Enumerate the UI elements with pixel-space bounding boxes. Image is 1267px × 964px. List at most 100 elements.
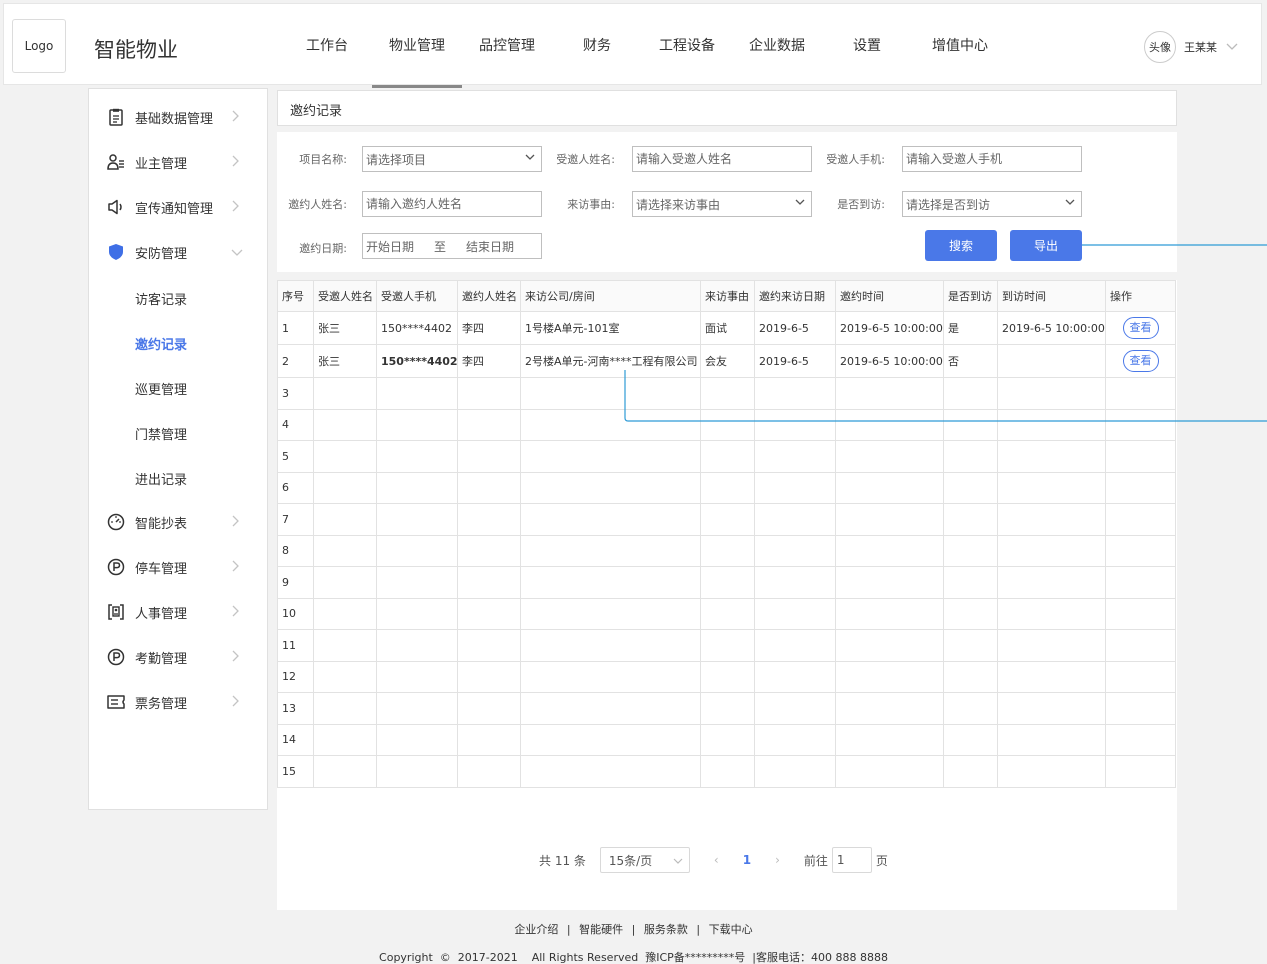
inviter-name-field[interactable] xyxy=(362,191,542,217)
date-start[interactable]: 开始日期 xyxy=(366,238,414,255)
nav-item-quality[interactable]: 品控管理 xyxy=(462,4,552,86)
col-header-no: 序号 xyxy=(277,280,314,312)
table-panel: 序号 受邀人姓名 受邀人手机 邀约人姓名 来访公司/房间 来访事由 邀约来访日期… xyxy=(277,280,1177,910)
cell-action: 查看 xyxy=(1105,311,1176,345)
cell-empty xyxy=(700,408,755,441)
cell-empty xyxy=(313,692,377,725)
invitee-phone-input[interactable] xyxy=(906,147,1081,171)
next-page-icon[interactable]: › xyxy=(775,853,780,867)
cell-empty xyxy=(997,471,1106,504)
cell-empty xyxy=(1105,534,1176,567)
view-button[interactable]: 查看 xyxy=(1122,350,1159,372)
cell-empty xyxy=(754,408,836,441)
project-select[interactable]: 请选择项目 xyxy=(362,146,542,172)
sidebar-item-basic-data[interactable]: 基础数据管理 xyxy=(89,102,267,132)
cell-empty xyxy=(997,377,1106,410)
cell-empty xyxy=(457,629,521,662)
cell-empty xyxy=(754,723,836,756)
cell-empty xyxy=(943,629,998,662)
cell-empty xyxy=(520,629,701,662)
nav-item-finance[interactable]: 财务 xyxy=(552,4,642,86)
cell-arrive-time: 2019-6-5 10:00:00 xyxy=(997,311,1106,345)
footer-link-hardware[interactable]: 智能硬件 xyxy=(579,923,623,936)
cell-no: 15 xyxy=(277,755,314,788)
export-button[interactable]: 导出 xyxy=(1010,230,1082,261)
sidebar-sub-visitor-records[interactable]: 访客记录 xyxy=(135,289,187,308)
page-title: 邀约记录 xyxy=(290,104,343,119)
cell-empty xyxy=(313,597,377,630)
cell-empty xyxy=(943,440,998,473)
view-button[interactable]: 查看 xyxy=(1122,317,1159,339)
cell-empty xyxy=(1105,755,1176,788)
cell-empty xyxy=(943,597,998,630)
cell-empty xyxy=(754,755,836,788)
user-menu[interactable]: 头像 王某某 xyxy=(1144,31,1239,63)
page-size-select[interactable]: 15条/页 xyxy=(599,847,690,873)
avatar[interactable]: 头像 xyxy=(1144,31,1176,63)
cell-empty xyxy=(754,534,836,567)
cell-inviter: 李四 xyxy=(457,344,521,378)
page-size-value: 15条/页 xyxy=(608,853,653,868)
cell-empty xyxy=(457,723,521,756)
sidebar-sub-access-control[interactable]: 门禁管理 xyxy=(135,424,187,443)
cell-empty xyxy=(835,629,944,662)
sidebar-item-security[interactable]: 安防管理 xyxy=(89,237,267,267)
footer-link-about[interactable]: 企业介绍 xyxy=(514,923,558,936)
nav-item-workbench[interactable]: 工作台 xyxy=(284,4,370,86)
filter-panel: 项目名称: 请选择项目 受邀人姓名: 受邀人手机: 邀约人姓名: 来访事由: 请… xyxy=(277,132,1177,272)
sidebar-item-parking[interactable]: 停车管理 xyxy=(89,552,267,582)
parking-icon xyxy=(107,558,125,576)
cell-empty xyxy=(1105,692,1176,725)
nav-item-engineering[interactable]: 工程设备 xyxy=(642,4,732,86)
inviter-name-input[interactable] xyxy=(366,192,541,216)
sidebar-sub-invite-records[interactable]: 邀约记录 xyxy=(135,334,187,353)
sidebar-item-owner[interactable]: 业主管理 xyxy=(89,147,267,177)
sidebar-item-attendance[interactable]: 考勤管理 xyxy=(89,642,267,672)
nav-item-value-center[interactable]: 增值中心 xyxy=(912,4,1008,86)
chevron-down-icon xyxy=(231,245,243,259)
cell-empty xyxy=(313,471,377,504)
cell-empty xyxy=(997,755,1106,788)
footer-link-download[interactable]: 下载中心 xyxy=(709,923,753,936)
prev-page-icon[interactable]: ‹ xyxy=(714,853,719,867)
cell-empty xyxy=(520,471,701,504)
arrived-select[interactable]: 请选择是否到访 xyxy=(902,191,1082,217)
invitee-name-input[interactable] xyxy=(636,147,811,171)
sidebar-sub-patrol[interactable]: 巡更管理 xyxy=(135,379,187,398)
sidebar-item-ticket[interactable]: 票务管理 xyxy=(89,687,267,717)
cell-empty xyxy=(754,597,836,630)
sidebar-item-meter[interactable]: 智能抄表 xyxy=(89,507,267,537)
cell-empty xyxy=(520,692,701,725)
cell-empty xyxy=(457,660,521,693)
footer-link-terms[interactable]: 服务条款 xyxy=(644,923,688,936)
chevron-down-icon[interactable] xyxy=(1225,42,1239,52)
logo[interactable]: Logo xyxy=(12,19,66,73)
page-number-current[interactable]: 1 xyxy=(743,853,751,867)
user-name: 王某某 xyxy=(1184,41,1217,54)
goto-page-input[interactable]: 1 xyxy=(831,847,872,873)
cell-empty xyxy=(1105,723,1176,756)
sidebar-item-notice[interactable]: 宣传通知管理 xyxy=(89,192,267,222)
cell-empty xyxy=(754,377,836,410)
cell-empty xyxy=(997,629,1106,662)
nav-item-enterprise-data[interactable]: 企业数据 xyxy=(732,4,822,86)
cell-arrived: 否 xyxy=(943,344,998,378)
cell-empty xyxy=(835,503,944,536)
invitee-name-field[interactable] xyxy=(632,146,812,172)
project-label: 项目名称: xyxy=(299,153,347,166)
sidebar-item-hr[interactable]: 人事管理 xyxy=(89,597,267,627)
nav-item-property[interactable]: 物业管理 xyxy=(372,4,462,88)
invitee-phone-field[interactable] xyxy=(902,146,1082,172)
table-row-empty: 10 xyxy=(277,597,1176,630)
nav-item-settings[interactable]: 设置 xyxy=(822,4,912,86)
date-end[interactable]: 结束日期 xyxy=(466,238,514,255)
cell-empty xyxy=(943,471,998,504)
reason-select[interactable]: 请选择来访事由 xyxy=(632,191,812,217)
cell-empty xyxy=(997,566,1106,599)
cell-invite-time: 2019-6-5 10:00:00 xyxy=(835,311,944,345)
sidebar-sub-entry-exit[interactable]: 进出记录 xyxy=(135,469,187,488)
search-button[interactable]: 搜索 xyxy=(925,230,997,261)
pagination: 共 11 条 15条/页 ‹ 1 › 前往 1 页 xyxy=(539,847,888,873)
cell-no: 11 xyxy=(277,629,314,662)
date-range-picker[interactable]: 开始日期 至 结束日期 xyxy=(362,233,542,259)
